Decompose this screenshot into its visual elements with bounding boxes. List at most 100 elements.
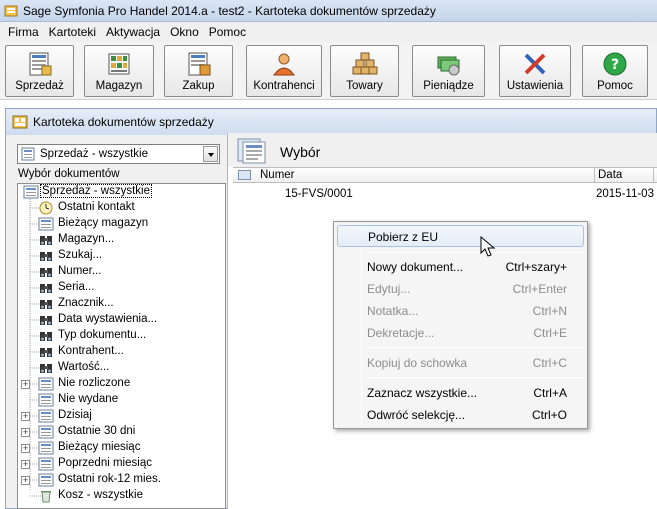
tree-item-number[interactable]: Numer...: [18, 264, 223, 280]
expand-plus-icon[interactable]: +: [21, 476, 30, 485]
document-list-icon: [38, 377, 54, 391]
column-header-date[interactable]: Data: [595, 168, 654, 183]
menu-item-invert-selection[interactable]: Odwróć selekcję... Ctrl+O: [337, 404, 584, 426]
help-button[interactable]: ? Pomoc: [582, 45, 648, 97]
sales-button-label: Sprzedaż: [15, 80, 64, 92]
expand-plus-icon[interactable]: +: [21, 444, 30, 453]
menu-item-shortcut: Ctrl+N: [532, 304, 567, 318]
cell-number: 15-FVS/0001: [285, 188, 353, 200]
menu-bar: Firma Kartoteki Aktywacja Okno Pomoc: [0, 22, 657, 42]
tree-item-trash[interactable]: Kosz - wszystkie: [18, 488, 223, 504]
purchase-icon: [188, 52, 210, 76]
tree-item-label: Nie rozliczone: [58, 377, 131, 389]
menu-item-edit[interactable]: Edytuj... Ctrl+Enter: [337, 278, 584, 300]
document-list-icon: [38, 473, 54, 487]
contractors-button[interactable]: Kontrahenci: [246, 45, 322, 97]
goods-button[interactable]: Towary: [330, 45, 399, 97]
expand-plus-icon[interactable]: +: [21, 428, 30, 437]
tree-item-document-type[interactable]: Typ dokumentu...: [18, 328, 223, 344]
document-stack-icon: [237, 138, 266, 164]
tree-item-label: Bieżący magazyn: [58, 217, 149, 229]
chevron-down-icon[interactable]: [203, 146, 218, 162]
menu-item-label: Kopiuj do schowka: [367, 356, 468, 370]
menu-item-postings[interactable]: Dekretacje... Ctrl+E: [337, 322, 584, 344]
tree-item-label: Wartość...: [58, 361, 110, 373]
menu-separator: [365, 377, 584, 378]
tree-item-last-year[interactable]: + Ostatni rok-12 mies.: [18, 472, 223, 488]
tree-item-marker[interactable]: Znacznik...: [18, 296, 223, 312]
binoculars-icon: [40, 364, 52, 373]
selection-title: Wybór: [280, 144, 321, 160]
menu-item-fetch-from-eu[interactable]: Pobierz z EU: [337, 225, 584, 247]
tree-item-issue-date[interactable]: Data wystawienia...: [18, 312, 223, 328]
tree-item-label: Kosz - wszystkie: [58, 489, 143, 501]
menu-separator: [365, 347, 584, 348]
tree-item-last-30-days[interactable]: + Ostatnie 30 dni: [18, 424, 223, 440]
expand-plus-icon[interactable]: +: [21, 412, 30, 421]
purchase-button-label: Zakup: [182, 80, 215, 92]
tree-item-not-issued[interactable]: Nie wydane: [18, 392, 223, 408]
tree-item-search[interactable]: Szukaj...: [18, 248, 223, 264]
settings-button[interactable]: Ustawienia: [499, 45, 571, 97]
document-window-titlebar: Kartoteka dokumentów sprzedaży: [6, 109, 656, 135]
svg-text:?: ?: [611, 57, 619, 73]
tree-item-last-contact[interactable]: Ostatni kontakt: [18, 200, 223, 216]
title-bar: Sage Symfonia Pro Handel 2014.a - test2 …: [0, 0, 657, 22]
menu-separator: [365, 252, 584, 253]
binoculars-icon: [40, 300, 52, 309]
purchase-button[interactable]: Zakup: [164, 45, 233, 97]
warehouse-icon: [108, 53, 130, 75]
menu-okno[interactable]: Okno: [165, 25, 204, 39]
menu-item-shortcut: Ctrl+O: [531, 408, 567, 422]
menu-item-select-all[interactable]: Zaznacz wszystkie... Ctrl+A: [337, 382, 584, 404]
tree-item-current-warehouse[interactable]: Bieżący magazyn: [18, 216, 223, 232]
sales-button[interactable]: Sprzedaż: [5, 45, 74, 97]
warehouse-button-label: Magazyn: [95, 80, 143, 92]
tree-item-label: Nie wydane: [58, 393, 119, 405]
menu-pomoc[interactable]: Pomoc: [204, 25, 251, 39]
document-list-icon: [38, 425, 54, 439]
menu-aktywacja[interactable]: Aktywacja: [101, 25, 165, 39]
tree-item-value[interactable]: Wartość...: [18, 360, 223, 376]
document-list-icon: [38, 457, 54, 471]
menu-item-label: Dekretacje...: [367, 326, 435, 340]
menu-item-copy-to-clipboard[interactable]: Kopiuj do schowka Ctrl+C: [337, 352, 584, 374]
column-header-number[interactable]: Numer: [257, 168, 595, 183]
document-filter-select[interactable]: Sprzedaż - wszystkie: [17, 144, 220, 164]
expand-plus-icon[interactable]: +: [21, 460, 30, 469]
tree-item-warehouse[interactable]: Magazyn...: [18, 232, 223, 248]
select-all-checkbox[interactable]: [238, 170, 251, 180]
table-row[interactable]: 15-FVS/0001 2015-11-03: [233, 187, 657, 203]
binoculars-icon: [40, 236, 52, 245]
document-selection-label: Wybór dokumentów: [18, 168, 120, 180]
menu-item-label: Edytuj...: [367, 282, 411, 296]
menu-item-new-document[interactable]: Nowy dokument... Ctrl+szary+: [337, 256, 584, 278]
document-selection-pane: Sprzedaż - wszystkie Wybór dokumentów Sp…: [11, 141, 227, 509]
tree-item-series[interactable]: Seria...: [18, 280, 223, 296]
help-question-icon: ?: [603, 52, 627, 76]
binoculars-icon: [40, 284, 52, 293]
warehouse-button[interactable]: Magazyn: [84, 45, 154, 97]
tree-item-label: Znacznik...: [58, 297, 114, 309]
menu-firma[interactable]: Firma: [3, 25, 44, 39]
document-list-icon: [38, 217, 54, 231]
tree-item-contractor[interactable]: Kontrahent...: [18, 344, 223, 360]
tree-item-sales-all[interactable]: Sprzedaż - wszystkie: [18, 184, 223, 200]
tree-item-current-month[interactable]: + Bieżący miesiąc: [18, 440, 223, 456]
document-filter-tree[interactable]: Sprzedaż - wszystkie Ostatni kontakt Bie…: [17, 183, 226, 509]
app-icon: [4, 5, 18, 16]
tree-item-previous-month[interactable]: + Poprzedni miesiąc: [18, 456, 223, 472]
menu-kartoteki[interactable]: Kartoteki: [44, 25, 101, 39]
binoculars-icon: [40, 316, 52, 325]
money-button[interactable]: Pieniądze: [412, 45, 485, 97]
tree-item-label: Poprzedni miesiąc: [58, 457, 152, 469]
tree-item-unsettled[interactable]: + Nie rozliczone: [18, 376, 223, 392]
tree-item-label: Dzisiaj: [58, 409, 92, 421]
document-list-icon: [38, 441, 54, 455]
expand-plus-icon[interactable]: +: [21, 380, 30, 389]
menu-item-note[interactable]: Notatka... Ctrl+N: [337, 300, 584, 322]
tree-item-label: Kontrahent...: [58, 345, 124, 357]
binoculars-icon: [40, 332, 52, 341]
tree-item-label: Typ dokumentu...: [58, 329, 147, 341]
tree-item-today[interactable]: + Dzisiaj: [18, 408, 223, 424]
